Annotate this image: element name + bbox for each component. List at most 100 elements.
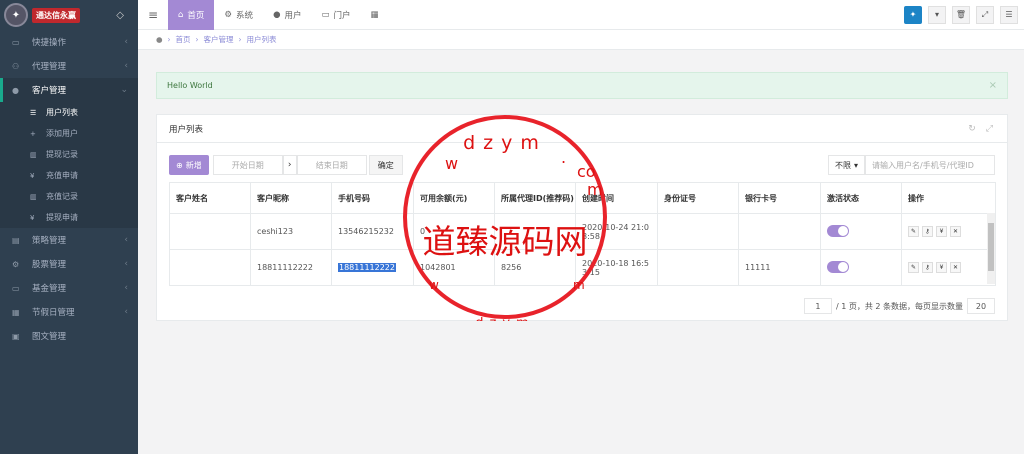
caret-down-icon[interactable]: ▾ (928, 5, 946, 24)
chevron-left-icon: ‹ (124, 307, 128, 317)
active-toggle[interactable] (827, 260, 849, 273)
sidebar-item-strategy[interactable]: ▤ 策略管理 ‹ (0, 228, 138, 252)
chevron-left-icon: ‹ (124, 61, 128, 71)
stamp-bottom-text: dzym (475, 316, 534, 321)
plus-circle-icon: ⊕ (176, 160, 183, 170)
key-icon[interactable]: ⚷ (922, 262, 933, 273)
breadcrumb-mid[interactable]: 客户管理 (204, 34, 234, 45)
col-ops: 操作 (901, 182, 996, 214)
table-scrollbar[interactable] (987, 213, 995, 284)
logo-bar: ✦ 通达信永赢 ◇ (0, 0, 138, 30)
page-input[interactable]: 1 (803, 298, 832, 314)
breadcrumb-home[interactable]: 首页 (176, 34, 191, 45)
cell-status (820, 213, 902, 250)
end-date-input[interactable]: 结束日期 (296, 155, 367, 175)
cell-nick: 18811112222 (250, 249, 332, 286)
edit-icon[interactable]: ✎ (908, 226, 919, 237)
chevron-left-icon: ‹ (124, 37, 128, 47)
tab-user[interactable]: ● 用户 (263, 0, 311, 30)
sidebar-item-stock[interactable]: ⚙ 股票管理 ‹ (0, 252, 138, 276)
sub-item-recharge-record[interactable]: ▥ 充值记录 (0, 186, 138, 207)
trash-icon[interactable]: 🗑 (952, 5, 970, 24)
yen-icon[interactable]: ¥ (936, 226, 947, 237)
sidebar-item-quick[interactable]: ▭ 快捷操作 ‹ (0, 30, 138, 54)
sub-item-withdraw-record[interactable]: ▥ 提现记录 (0, 144, 138, 165)
stock-icon: ⚙ (12, 259, 20, 269)
close-icon[interactable]: × (989, 80, 997, 91)
cell-ops: ✎ ⚷ ¥ ✕ (901, 249, 996, 286)
key-icon[interactable]: ⚷ (922, 226, 933, 237)
scroll-thumb[interactable] (988, 223, 994, 271)
confirm-button[interactable]: 确定 (368, 155, 403, 175)
col-status[interactable]: 激活状态 (820, 182, 902, 214)
droplet-icon[interactable]: ◇ (116, 10, 124, 21)
col-bank[interactable]: 银行卡号 (738, 182, 821, 214)
tab-system[interactable]: ⚙ 系统 (214, 0, 263, 30)
stamp-top-text: dzym (463, 132, 547, 154)
tab-portal[interactable]: ▭ 门户 (312, 0, 361, 30)
search-input[interactable]: 请输入用户名/手机号/代理ID (865, 155, 995, 175)
chevron-left-icon: ‹ (124, 235, 128, 245)
pagination: 1 / 1 页，共 2 条数据，每页显示数量 20 (803, 298, 995, 314)
cell-name (169, 213, 251, 250)
cell-bank (738, 213, 821, 250)
watermark-stamp: dzym w . co m 道臻源码网 dzym w m (403, 115, 607, 321)
delete-icon[interactable]: ✕ (950, 262, 961, 273)
col-idcard[interactable]: 身份证号 (657, 182, 739, 214)
users-icon: ⚇ (12, 61, 20, 71)
location-icon: ● (156, 35, 163, 44)
chart-icon: ▥ (30, 150, 37, 159)
refresh-icon[interactable]: ↻ (968, 124, 976, 134)
customer-submenu: ☰ 用户列表 + 添加用户 ▥ 提现记录 ¥ 充值申请 ▥ 充值记录 ¥ 提现申请 (0, 102, 138, 228)
sidebar-item-holiday[interactable]: ▦ 节假日管理 ‹ (0, 300, 138, 324)
col-name[interactable]: 客户姓名 (169, 182, 251, 214)
chevron-left-icon: ‹ (124, 259, 128, 269)
home-icon: ⌂ (178, 9, 184, 20)
filter-bar: ⊕ 新增 开始日期 › 结束日期 确定 (169, 155, 403, 175)
gear-icon: ⚙ (224, 9, 233, 20)
yen-icon: ¥ (30, 171, 35, 180)
sidebar: ✦ 通达信永赢 ◇ ▭ 快捷操作 ‹ ⚇ 代理管理 ‹ ● 客户管理 ⌄ ☰ 用户列表 + 添加… (0, 0, 138, 454)
sub-item-user-list[interactable]: ☰ 用户列表 (0, 102, 138, 123)
fullscreen-icon[interactable]: ⤢ (976, 5, 994, 24)
stamp-dot-top: . (561, 148, 566, 167)
cell-idcard (657, 213, 739, 250)
active-toggle[interactable] (827, 224, 849, 237)
chevron-left-icon: ‹ (124, 283, 128, 293)
grid-icon[interactable]: ▦ (361, 0, 389, 30)
breadcrumb-sep: › (195, 35, 199, 44)
status-select[interactable]: 不限 ▾ (827, 155, 865, 175)
avatar[interactable]: ✦ (904, 5, 922, 24)
menu-toggle-icon[interactable]: ≡ (138, 8, 168, 22)
settings-icon[interactable]: ☰ (1000, 5, 1018, 24)
pager-text: / 1 页，共 2 条数据，每页显示数量 (835, 301, 963, 311)
chart-icon: ▥ (30, 192, 37, 201)
sub-item-add-user[interactable]: + 添加用户 (0, 123, 138, 144)
calendar-icon: ▦ (12, 307, 20, 317)
sidebar-item-agent[interactable]: ⚇ 代理管理 ‹ (0, 54, 138, 78)
cell-bank: 11111 (738, 249, 821, 286)
sidebar-item-fund[interactable]: ▭ 基金管理 ‹ (0, 276, 138, 300)
page-size-input[interactable]: 20 (967, 298, 995, 314)
user-icon: ● (12, 85, 19, 95)
yen-icon: ¥ (30, 213, 35, 222)
start-date-input[interactable]: 开始日期 (212, 155, 283, 175)
sidebar-item-customer[interactable]: ● 客户管理 ⌄ (0, 78, 138, 102)
edit-icon[interactable]: ✎ (908, 262, 919, 273)
selected-text: 18811112222 (338, 263, 396, 272)
stamp-m-bottom: m (573, 278, 585, 292)
sub-item-recharge-apply[interactable]: ¥ 充值申请 (0, 165, 138, 186)
breadcrumb-sep: › (167, 35, 171, 44)
add-button[interactable]: ⊕ 新增 (169, 155, 209, 175)
topbar: ≡ ⌂ 首页 ⚙ 系统 ● 用户 ▭ 门户 ▦ ✦ ▾ 🗑 ⤢ ☰ (138, 0, 1024, 30)
cell-nick: ceshi123 (250, 213, 332, 250)
chevron-right-icon: › (282, 155, 297, 175)
expand-icon[interactable]: ⤢ (986, 124, 993, 134)
sub-item-withdraw-apply[interactable]: ¥ 提现申请 (0, 207, 138, 228)
yen-icon[interactable]: ¥ (936, 262, 947, 273)
col-nick[interactable]: 客户昵称 (250, 182, 332, 214)
cell-idcard (657, 249, 739, 286)
delete-icon[interactable]: ✕ (950, 226, 961, 237)
tab-home[interactable]: ⌂ 首页 (168, 0, 215, 30)
sidebar-item-image[interactable]: ▣ 图文管理 (0, 324, 138, 348)
